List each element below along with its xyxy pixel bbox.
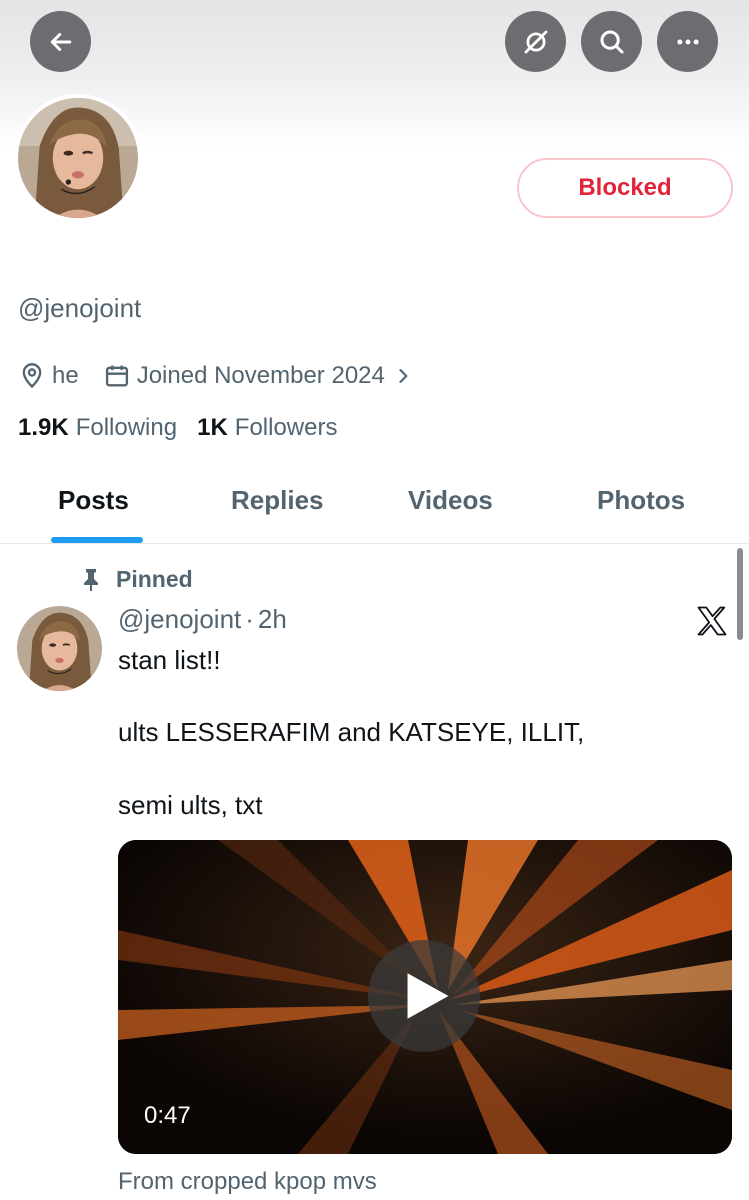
video-player[interactable]: 0:47 [118,840,732,1154]
x-logo-icon[interactable] [694,603,730,639]
profile-avatar[interactable] [14,94,142,222]
post-text-line: ults LESSERAFIM and KATSEYE, ILLIT, [118,717,585,747]
followers-label: Followers [234,414,338,441]
post-avatar[interactable] [17,606,102,691]
chevron-right-icon[interactable] [393,366,413,386]
pin-icon [84,568,98,591]
active-tab-indicator [51,537,143,543]
calendar-icon [105,365,128,387]
profile-location: he [52,362,79,389]
followers-count: 1K [197,414,228,441]
more-options-button[interactable] [657,11,718,72]
video-duration: 0:47 [144,1102,191,1129]
follow-stats: 1.9K Following 1K Followers [18,414,337,442]
search-icon [600,30,623,53]
profile-meta: he Joined November 2024 [18,360,413,392]
following-count: 1.9K [18,414,69,441]
tab-posts[interactable]: Posts [58,485,129,516]
play-icon [407,973,449,1019]
avatar-image [18,98,138,218]
followers-link[interactable]: 1K Followers [197,414,337,442]
pinned-indicator: Pinned [80,566,193,593]
back-button[interactable] [30,11,91,72]
scrollbar[interactable] [737,548,743,640]
play-button[interactable] [368,940,480,1052]
following-link[interactable]: 1.9K Following [18,414,177,442]
post-text-line: stan list!! [118,645,221,675]
following-label: Following [75,414,178,441]
location-pin-icon [22,363,42,389]
unlink-button[interactable] [505,11,566,72]
search-button[interactable] [581,11,642,72]
post-handle[interactable]: @jenojoint [118,604,241,635]
media-caption: From cropped kpop mvs [118,1168,377,1195]
blocked-button[interactable]: Blocked [517,158,733,218]
unlink-icon [524,30,547,53]
tab-replies[interactable]: Replies [231,485,324,516]
back-arrow-icon [50,32,71,51]
profile-joined[interactable]: Joined November 2024 [137,362,385,390]
tab-videos[interactable]: Videos [408,485,493,516]
profile-tabs: Posts Replies Videos Photos [0,460,749,544]
more-icon [676,39,699,44]
separator-dot: · [245,604,254,634]
pinned-label: Pinned [116,566,193,592]
post-header: @jenojoint · 2h [118,604,287,635]
tab-photos[interactable]: Photos [597,485,685,516]
profile-handle: @jenojoint [18,293,142,323]
avatar-image [17,606,102,691]
post-text-line: semi ults, txt [118,790,263,820]
post-time[interactable]: 2h [258,604,287,635]
